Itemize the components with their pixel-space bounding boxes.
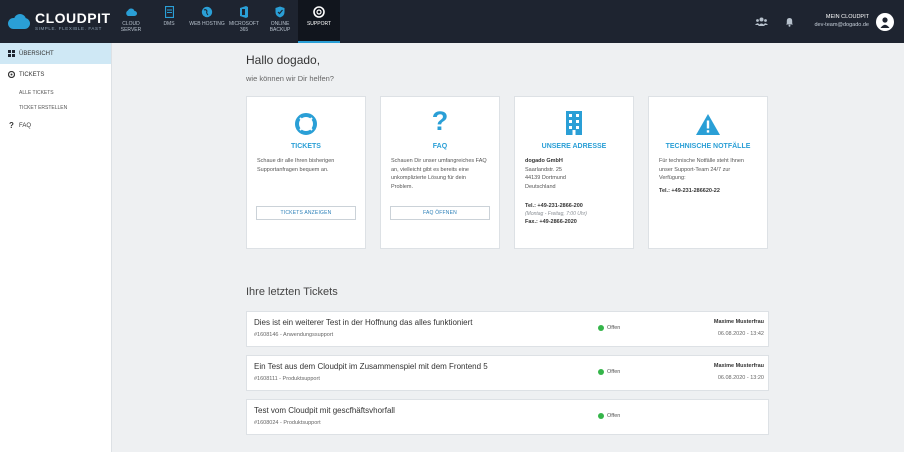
ticket-date: 06.08.2020 - 13:42 [717,331,764,337]
account-menu[interactable]: MEIN CLOUDPIT dev-team@dogado.de [814,14,869,28]
lifebuoy-icon [257,105,355,135]
ticket-row[interactable]: Ein Test aus dem Cloudpit im Zusammenspi… [246,355,769,391]
nav-online-backup[interactable]: ONLINE BACKUP [262,0,298,43]
office-icon [238,6,250,18]
question-icon: ? [431,106,449,136]
warning-icon [659,105,757,135]
users-icon[interactable] [754,15,768,29]
status-dot-icon [598,325,604,331]
user-icon [880,16,890,28]
nav-microsoft-365[interactable]: MICROSOFT 365 [226,0,262,43]
emergency-phone: Tel.: +49-231-286620-22 [659,187,720,194]
nav-label: DMS [163,21,175,27]
sidebar-item-label: FAQ [19,122,32,129]
street: Saarlandstr. 25 [525,166,562,173]
globe-icon [201,6,213,18]
page-title: Hallo dogado, [246,53,321,67]
avatar[interactable] [876,12,894,31]
country: Deutschland [525,183,556,190]
cloud-logo-icon [6,13,32,30]
recent-tickets-heading: Ihre letzten Tickets [246,286,338,298]
sidebar-item-faq[interactable]: ? FAQ [0,115,111,136]
brand-tagline: SIMPLE. FLEXIBLE. FAST [35,26,102,32]
brand-name: CLOUDPIT [35,10,111,27]
card-title: FAQ [432,143,448,150]
emergency-text: Für technische Notfälle steht Ihnen unse… [659,158,744,182]
help-cards: TICKETS Schaue dir alle Ihren bisherigen… [246,96,771,249]
page-subtitle: wie können wir Dir helfen? [246,74,334,83]
status-dot-icon [598,369,604,375]
open-faq-button[interactable]: FAQ ÖFFNEN [390,206,490,220]
top-bar: CLOUDPIT SIMPLE. FLEXIBLE. FAST CLOUD SE… [0,0,904,43]
status-dot-icon [598,413,604,419]
ticket-title: Test vom Cloudpit mit gescfhäftsvhorfall [254,406,395,415]
city: 44139 Dortmund [525,175,566,182]
nav-label: SUPPORT [306,21,332,27]
phone-number: Tel.: +49-231-2866-200 [525,203,583,210]
lifebuoy-icon [313,6,325,18]
grid-icon [8,50,15,57]
card-title: TICKETS [291,143,321,150]
shield-icon [274,6,286,18]
card-emergency: TECHNISCHE NOTFÄLLE Für technische Notfä… [648,96,768,249]
card-title: TECHNISCHE NOTFÄLLE [665,143,751,150]
nav-support[interactable]: SUPPORT [298,0,340,43]
card-tickets: TICKETS Schaue dir alle Ihren bisherigen… [246,96,366,249]
ticket-title: Dies ist ein weiterer Test in der Hoffnu… [254,318,473,327]
bell-icon[interactable] [782,15,796,29]
card-text: Schaue dir alle Ihren bisherigen Support… [257,158,335,173]
address-block: dogado GmbH Saarlandstr. 25 44139 Dortmu… [525,157,623,227]
office-hours: (Montag - Freitag, 7:00 Uhr) [525,210,587,217]
status-badge: Offen [598,369,620,375]
question-icon: ? [9,121,14,130]
sidebar-item-overview[interactable]: ÜBERSICHT [0,43,111,64]
sidebar-subitem-create-ticket[interactable]: TICKET ERSTELLEN [0,100,111,115]
card-text: Für technische Notfälle steht Ihnen unse… [659,157,757,195]
card-title: UNSERE ADRESSE [541,143,607,150]
nav-label: WEB HOSTING [189,21,225,27]
nav-cloud-server[interactable]: CLOUD SERVER [112,0,150,43]
card-address: UNSERE ADRESSE dogado GmbH Saarlandstr. … [514,96,634,249]
sidebar-item-label: ÜBERSICHT [19,50,54,57]
sidebar-item-label: TICKETS [19,71,45,78]
building-icon [525,105,623,135]
sidebar-subitem-all-tickets[interactable]: ALLE TICKETS [0,85,111,100]
ticket-meta: #1608024 - Produktsupport [254,420,321,426]
lifebuoy-icon [8,71,15,78]
nav-dms[interactable]: DMS [150,0,188,43]
show-tickets-button[interactable]: TICKETS ANZEIGEN [256,206,356,220]
main-content: Hallo dogado, wie können wir Dir helfen?… [246,43,771,435]
ticket-user: Maxime Musterfrau [713,319,764,325]
nav-web-hosting[interactable]: WEB HOSTING [188,0,226,43]
account-title: MEIN CLOUDPIT [825,14,869,21]
sidebar-item-tickets[interactable]: TICKETS [0,64,111,85]
cloud-icon [125,6,137,18]
main-nav: CLOUD SERVER DMS WEB HOSTING MICROSOFT 3… [112,0,340,43]
ticket-meta: #1608111 - Produktsupport [254,376,320,382]
nav-label: MICROSOFT 365 [229,21,259,33]
nav-label: ONLINE BACKUP [269,21,291,33]
document-icon [163,6,175,18]
ticket-user: Maxime Musterfrau [713,363,764,369]
ticket-meta: #1608146 - Anwendungssupport [254,332,334,338]
status-badge: Offen [598,325,620,331]
logo[interactable]: CLOUDPIT SIMPLE. FLEXIBLE. FAST [0,0,112,43]
ticket-row[interactable]: Dies ist ein weiterer Test in der Hoffnu… [246,311,769,347]
card-faq: ? FAQ Schauen Dir unser umfangreiches FA… [380,96,500,249]
nav-label: CLOUD SERVER [120,21,142,33]
status-badge: Offen [598,413,620,419]
account-email: dev-team@dogado.de [814,21,869,28]
company-name: dogado GmbH [525,158,563,164]
card-text: Schauen Dir unser umfangreiches FAQ an, … [391,158,487,190]
sidebar: ÜBERSICHT TICKETS ALLE TICKETS TICKET ER… [0,43,112,452]
ticket-list: Dies ist ein weiterer Test in der Hoffnu… [246,311,771,435]
fax-number: Fax.: +49-2866-2020 [525,219,577,226]
ticket-row[interactable]: Test vom Cloudpit mit gescfhäftsvhorfall… [246,399,769,435]
ticket-title: Ein Test aus dem Cloudpit im Zusammenspi… [254,362,488,371]
ticket-date: 06.08.2020 - 13:20 [717,375,764,381]
